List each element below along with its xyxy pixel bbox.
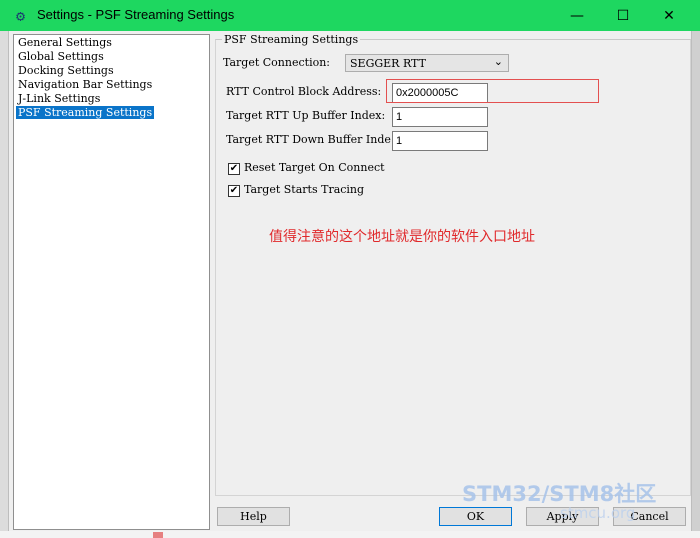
minimize-icon: —: [570, 7, 584, 24]
close-button[interactable]: ✕: [646, 0, 692, 31]
watermark-sub: stmcu.org: [560, 504, 636, 522]
checkmark-icon: ✔: [229, 163, 239, 174]
tree-item-global-settings[interactable]: Global Settings: [16, 50, 106, 63]
tree-item-jlink-settings[interactable]: J-Link Settings: [16, 92, 102, 105]
settings-dialog: General Settings Global Settings Docking…: [8, 31, 692, 531]
annotation-note: 值得注意的这个地址就是你的软件入口地址: [269, 229, 535, 245]
tree-item-docking-settings[interactable]: Docking Settings: [16, 64, 116, 77]
down-buffer-index-label: Target RTT Down Buffer Index:: [226, 133, 391, 146]
annotation-highlight-box: [386, 79, 599, 103]
chevron-down-icon: ⌄: [493, 55, 503, 68]
starts-tracing-label: Target Starts Tracing: [244, 183, 365, 196]
rtt-control-block-label: RTT Control Block Address:: [226, 85, 382, 98]
help-button[interactable]: Help: [217, 507, 290, 526]
bottom-strip: [0, 531, 700, 538]
background-window: [0, 31, 8, 538]
tree-item-psf-streaming-settings[interactable]: PSF Streaming Settings: [16, 106, 155, 119]
reset-target-checkbox[interactable]: ✔: [228, 163, 240, 175]
ok-button[interactable]: OK: [439, 507, 512, 526]
close-icon: ✕: [663, 7, 675, 24]
maximize-button[interactable]: ☐: [600, 0, 646, 31]
minimize-button[interactable]: —: [554, 0, 600, 31]
starts-tracing-checkbox[interactable]: ✔: [228, 185, 240, 197]
tree-item-navigation-bar-settings[interactable]: Navigation Bar Settings: [16, 78, 154, 91]
taskbar-mark: [153, 532, 163, 538]
checkmark-icon: ✔: [229, 185, 239, 196]
title-bar: ⚙ Settings - PSF Streaming Settings — ☐ …: [0, 0, 700, 31]
maximize-icon: ☐: [616, 7, 630, 24]
up-buffer-index-label: Target RTT Up Buffer Index:: [226, 109, 386, 122]
gear-icon: ⚙: [16, 7, 26, 25]
target-connection-label: Target Connection:: [223, 56, 330, 69]
target-connection-value: SEGGER RTT: [350, 57, 426, 70]
group-title: PSF Streaming Settings: [222, 33, 361, 46]
up-buffer-index-input[interactable]: 1: [392, 107, 488, 127]
down-buffer-index-input[interactable]: 1: [392, 131, 488, 151]
reset-target-label: Reset Target On Connect: [244, 161, 385, 174]
settings-tree[interactable]: General Settings Global Settings Docking…: [13, 34, 210, 530]
window-title: Settings - PSF Streaming Settings: [37, 7, 235, 22]
tree-item-general-settings[interactable]: General Settings: [16, 36, 114, 49]
target-connection-dropdown[interactable]: SEGGER RTT ⌄: [345, 54, 509, 72]
